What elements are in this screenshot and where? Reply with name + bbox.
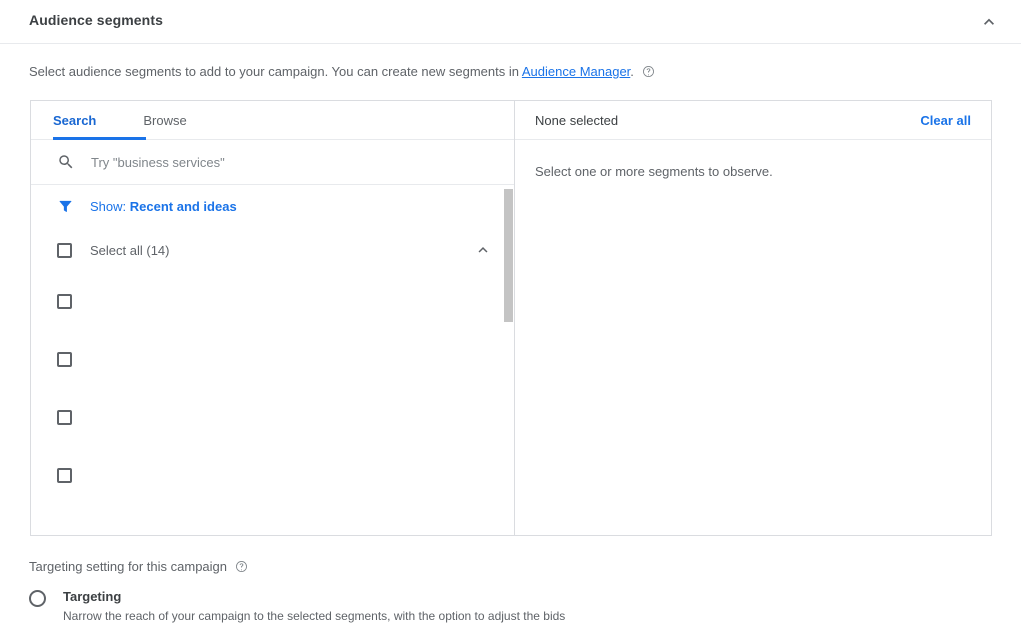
targeting-option-title: Targeting [63, 589, 122, 604]
help-circle-icon[interactable] [642, 65, 655, 81]
tab-browse-label: Browse [143, 113, 187, 128]
description-suffix: . [630, 64, 634, 79]
tab-active-indicator [53, 137, 146, 140]
chevron-up-icon [984, 18, 994, 25]
chevron-up-icon[interactable] [474, 241, 492, 259]
section-description: Select audience segments to add to your … [29, 64, 655, 81]
segment-list-scrollbar[interactable] [503, 185, 514, 535]
segment-checkbox[interactable] [57, 467, 72, 483]
list-item[interactable] [31, 272, 514, 330]
audience-picker-card: Search Browse Show: Recent and ideas [30, 100, 992, 536]
filter-value: Recent and ideas [129, 199, 237, 214]
selected-count-label: None selected [535, 112, 619, 128]
select-all-row[interactable]: Select all (14) [31, 228, 514, 272]
selected-empty-message: Select one or more segments to observe. [535, 164, 773, 179]
picker-tabs: Search Browse [31, 101, 514, 140]
selected-segments-panel: None selected Clear all Select one or mo… [515, 101, 991, 535]
targeting-option-description: Narrow the reach of your campaign to the… [63, 609, 566, 623]
filter-row[interactable]: Show: Recent and ideas [31, 185, 514, 228]
tab-search-label: Search [53, 113, 97, 128]
list-item[interactable] [31, 446, 514, 504]
filter-prefix: Show: [90, 199, 130, 214]
targeting-radio[interactable] [29, 590, 46, 607]
segment-checkbox[interactable] [57, 293, 72, 309]
targeting-setting-text: Targeting setting for this campaign [29, 559, 227, 574]
description-text: Select audience segments to add to your … [29, 64, 522, 79]
segment-checkbox[interactable] [57, 351, 72, 367]
targeting-setting-label: Targeting setting for this campaign [29, 559, 248, 576]
segment-checkbox[interactable] [57, 409, 72, 425]
select-all-label: Select all (14) [90, 242, 170, 258]
section-header: Audience segments [0, 0, 1021, 44]
list-item[interactable] [31, 330, 514, 388]
search-input[interactable] [89, 153, 473, 171]
filter-label: Show: Recent and ideas [90, 199, 237, 214]
page-title: Audience segments [29, 12, 163, 28]
scrollbar-thumb[interactable] [504, 189, 513, 322]
filter-funnel-icon [59, 200, 72, 212]
tab-browse[interactable]: Browse [143, 113, 186, 139]
segment-browser-panel: Search Browse Show: Recent and ideas [31, 101, 515, 535]
list-item[interactable] [31, 388, 514, 446]
clear-all-button[interactable]: Clear all [920, 113, 971, 128]
search-row [31, 140, 514, 185]
collapse-section-button[interactable] [975, 8, 1003, 36]
segment-list: Show: Recent and ideas Select all (14) [31, 185, 514, 535]
audience-manager-link[interactable]: Audience Manager [522, 64, 630, 79]
selected-header: None selected Clear all [515, 101, 991, 140]
tab-search[interactable]: Search [53, 113, 146, 140]
search-icon [59, 155, 73, 169]
select-all-checkbox[interactable] [57, 242, 72, 258]
targeting-option-row[interactable]: Targeting Narrow the reach of your campa… [29, 589, 565, 623]
targeting-option-texts: Targeting Narrow the reach of your campa… [63, 589, 565, 623]
help-circle-icon[interactable] [235, 560, 248, 576]
